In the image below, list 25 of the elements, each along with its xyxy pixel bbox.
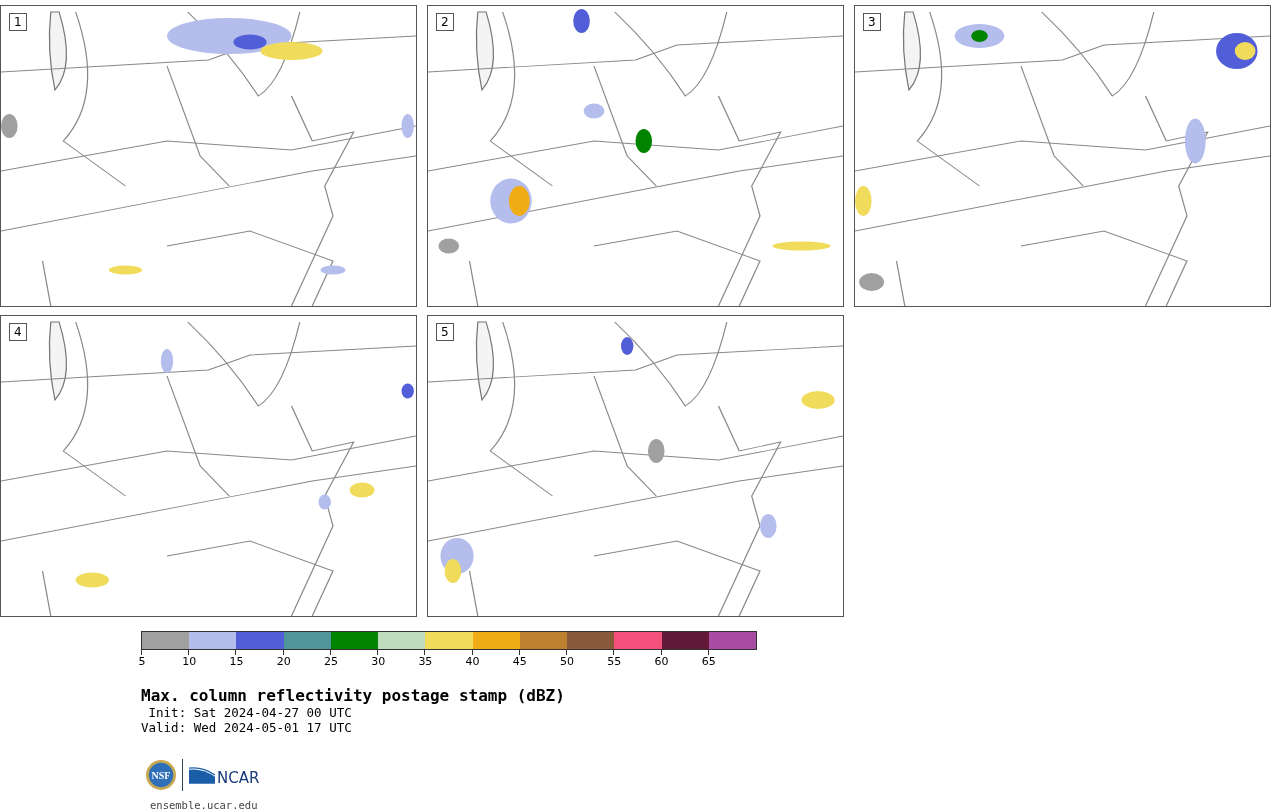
tick-label: 25: [323, 656, 338, 668]
tick-label: 55: [607, 656, 622, 668]
panel-number: 1: [9, 13, 27, 31]
init-time: Init: Sat 2024-04-27 00 UTC: [147, 705, 353, 720]
chart-title: Max. column reflectivity postage stamp (dBZ): [141, 686, 566, 705]
tick-label: 65: [701, 656, 716, 668]
tick-label: 40: [465, 656, 480, 668]
valid-time: Valid: Wed 2024-05-01 17 UTC: [141, 720, 353, 735]
panel-number: 4: [9, 323, 27, 341]
tick-label: 45: [512, 656, 527, 668]
tick-label: 20: [276, 656, 291, 668]
tick-label: 60: [654, 656, 669, 668]
panel-number: 2: [436, 13, 454, 31]
tick-label: 15: [229, 656, 244, 668]
website-url: ensemble.ucar.edu: [150, 799, 259, 809]
panel-number: 3: [863, 13, 881, 31]
tick-label: 35: [418, 656, 433, 668]
tick-label: 5: [138, 656, 146, 668]
swoosh-icon: [189, 766, 215, 784]
tick-label: 10: [182, 656, 197, 668]
panel-number: 5: [436, 323, 454, 341]
seal-logo: NSF: [146, 760, 176, 790]
tick-label: 50: [560, 656, 575, 668]
ncar-wordmark: NCAR: [217, 769, 260, 787]
tick-label: 30: [371, 656, 386, 668]
